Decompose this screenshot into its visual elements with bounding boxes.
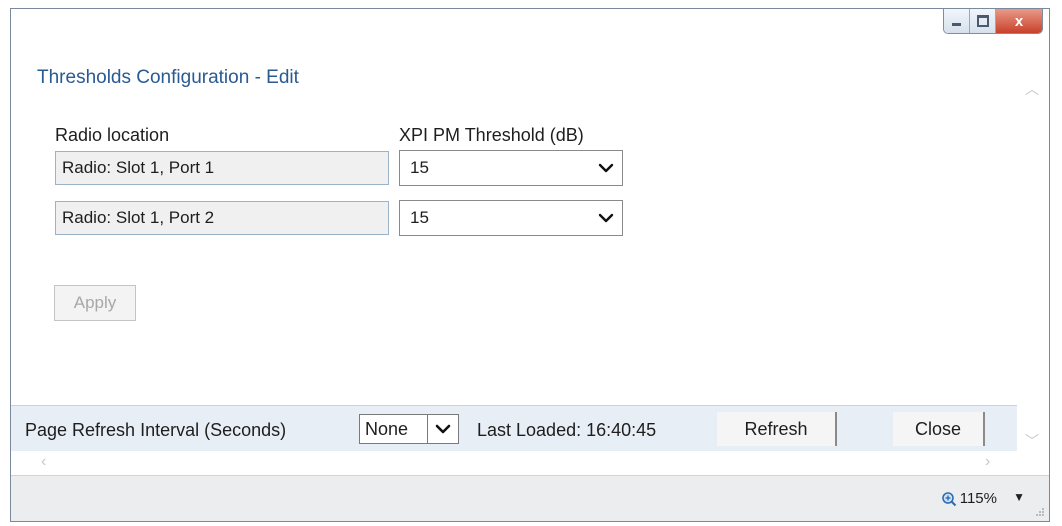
vertical-scrollbar[interactable]: ︿ ﹀ bbox=[1017, 39, 1049, 459]
maximize-button[interactable] bbox=[970, 9, 996, 33]
chevron-down-icon bbox=[598, 163, 614, 173]
minimize-icon bbox=[952, 22, 961, 26]
title-bar: x bbox=[11, 9, 1049, 39]
last-loaded-text: Last Loaded: 16:40:45 bbox=[477, 420, 657, 440]
resize-grip-icon[interactable] bbox=[1035, 507, 1045, 517]
zoom-control[interactable]: 115% bbox=[941, 490, 997, 507]
scroll-left-icon[interactable]: ‹ bbox=[41, 453, 46, 471]
radio-location-field-2: Radio: Slot 1, Port 2 bbox=[55, 201, 389, 235]
horizontal-scrollbar[interactable]: ‹ › bbox=[11, 451, 1017, 475]
refresh-interval-label: Page Refresh Interval (Seconds) bbox=[25, 420, 287, 440]
apply-button[interactable]: Apply bbox=[54, 285, 136, 321]
threshold-select-2[interactable]: 15 bbox=[399, 200, 623, 236]
zoom-level: 115% bbox=[959, 490, 997, 507]
window-controls: x bbox=[943, 9, 1043, 34]
page-title: Thresholds Configuration - Edit bbox=[37, 67, 299, 88]
window-close-button[interactable]: x bbox=[996, 9, 1042, 33]
dialog-content: Thresholds Configuration - Edit Radio lo… bbox=[11, 39, 1017, 405]
chevron-down-icon bbox=[598, 213, 614, 223]
maximize-icon bbox=[976, 15, 989, 27]
column-header-threshold: XPI PM Threshold (dB) bbox=[399, 125, 584, 145]
zoom-icon bbox=[941, 491, 956, 506]
refresh-button[interactable]: Refresh bbox=[717, 412, 837, 446]
close-icon: x bbox=[1014, 12, 1024, 30]
scroll-down-icon[interactable]: ﹀ bbox=[1025, 431, 1039, 451]
page-footer: Page Refresh Interval (Seconds) None Las… bbox=[11, 405, 1017, 451]
minimize-button[interactable] bbox=[944, 9, 970, 33]
close-button[interactable]: Close bbox=[893, 412, 985, 446]
zoom-dropdown-icon[interactable]: ▼ bbox=[1013, 490, 1025, 504]
refresh-interval-value: None bbox=[365, 418, 409, 439]
scroll-up-icon[interactable]: ︿ bbox=[1025, 79, 1039, 99]
column-header-location: Radio location bbox=[55, 125, 170, 145]
browser-window: x Thresholds Configuration - Edit Radio … bbox=[10, 8, 1050, 522]
refresh-interval-select[interactable]: None bbox=[359, 414, 459, 444]
threshold-select-2-value: 15 bbox=[410, 208, 429, 227]
dropdown-button[interactable] bbox=[427, 415, 458, 443]
threshold-select-1[interactable]: 15 bbox=[399, 150, 623, 186]
radio-location-field-1: Radio: Slot 1, Port 1 bbox=[55, 151, 389, 185]
chevron-down-icon bbox=[435, 424, 451, 434]
threshold-select-1-value: 15 bbox=[410, 158, 429, 177]
scroll-right-icon[interactable]: › bbox=[985, 453, 990, 471]
status-bar: 115% ▼ bbox=[11, 475, 1049, 521]
